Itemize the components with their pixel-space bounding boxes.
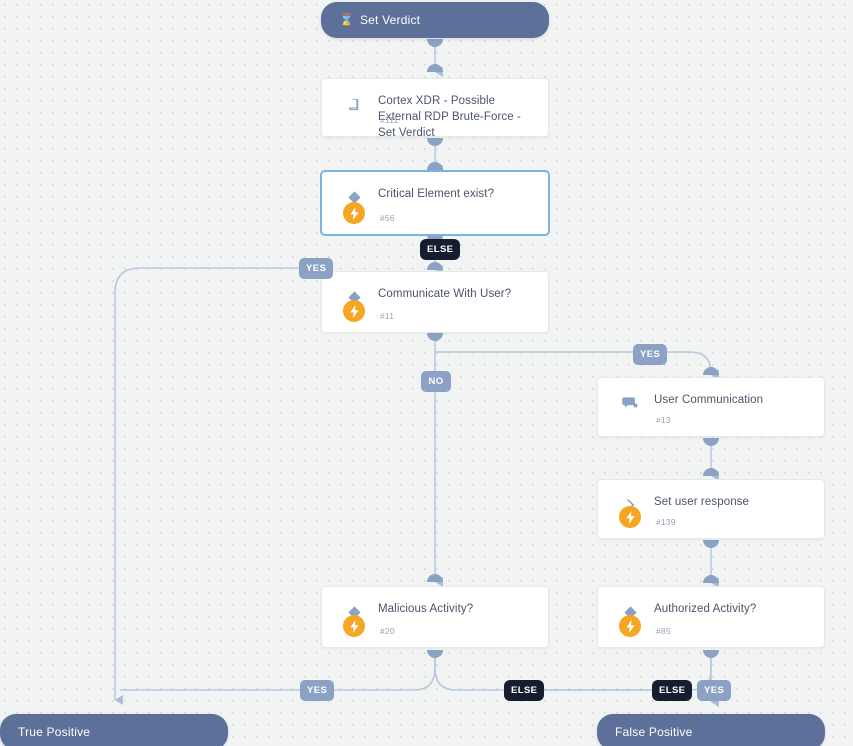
start-node-set-verdict[interactable]: ⌛ Set Verdict	[321, 2, 549, 38]
playbook-canvas[interactable]: ⌛ Set Verdict Cortex XDR - Possible Exte…	[0, 0, 853, 746]
task-card-communicate-with-user[interactable]: Communicate With User? #11	[321, 271, 549, 333]
end-node-true-positive[interactable]: True Positive	[0, 714, 228, 746]
task-card-user-communication[interactable]: User Communication #13	[597, 377, 825, 437]
branch-badge-label: YES	[704, 685, 725, 696]
branch-badge-else-critical[interactable]: ELSE	[420, 239, 461, 260]
end-node-label: True Positive	[18, 725, 91, 739]
branch-badge-else-malicious[interactable]: ELSE	[504, 680, 545, 701]
automation-bolt-icon	[343, 202, 365, 224]
hourglass-icon: ⌛	[339, 13, 354, 27]
branch-badge-label: NO	[428, 376, 444, 387]
branch-badge-no-communicate[interactable]: NO	[421, 371, 451, 392]
branch-badge-else-authorized[interactable]: ELSE	[652, 680, 693, 701]
task-id: #139	[656, 517, 676, 527]
task-title: User Communication	[654, 394, 764, 406]
chat-bubble-icon	[620, 393, 640, 413]
branch-badge-yes-communicate[interactable]: YES	[633, 344, 668, 365]
task-id: #13	[656, 415, 671, 425]
automation-bolt-icon	[619, 506, 641, 528]
start-node-label: Set Verdict	[359, 13, 421, 27]
branch-badge-yes-authorized[interactable]: YES	[697, 680, 732, 701]
task-card-authorized-activity[interactable]: Authorized Activity? #85	[597, 586, 825, 648]
task-id: #20	[380, 626, 395, 636]
branch-badge-label: ELSE	[427, 244, 454, 255]
task-title: Cortex XDR - Possible External RDP Brute…	[378, 95, 521, 139]
branch-badge-label: ELSE	[659, 685, 686, 696]
task-id: #56	[380, 213, 395, 223]
automation-bolt-icon	[343, 615, 365, 637]
branch-badge-label: YES	[640, 349, 661, 360]
task-card-malicious-activity[interactable]: Malicious Activity? #20	[321, 586, 549, 648]
task-title: Critical Element exist?	[378, 188, 495, 200]
task-card-playbook[interactable]: Cortex XDR - Possible External RDP Brute…	[321, 78, 549, 139]
task-id: #111	[380, 115, 399, 125]
branch-badge-yes-critical[interactable]: YES	[299, 258, 334, 279]
task-card-critical-element[interactable]: Critical Element exist? #56	[321, 171, 549, 235]
task-id: #85	[656, 626, 671, 636]
task-title: Malicious Activity?	[378, 603, 474, 615]
task-title: Communicate With User?	[378, 288, 512, 300]
branch-badge-label: YES	[307, 685, 328, 696]
automation-bolt-icon	[343, 300, 365, 322]
branch-badge-yes-malicious[interactable]: YES	[300, 680, 335, 701]
task-title: Authorized Activity?	[654, 603, 757, 615]
branch-badge-label: ELSE	[511, 685, 538, 696]
branch-badge-label: YES	[306, 263, 327, 274]
automation-bolt-icon	[619, 615, 641, 637]
playbook-book-icon	[344, 94, 364, 114]
task-title: Set user response	[654, 496, 750, 508]
task-card-set-user-response[interactable]: Set user response #139	[597, 479, 825, 539]
end-node-false-positive[interactable]: False Positive	[597, 714, 825, 746]
end-node-label: False Positive	[615, 725, 693, 739]
task-id: #11	[380, 311, 395, 321]
